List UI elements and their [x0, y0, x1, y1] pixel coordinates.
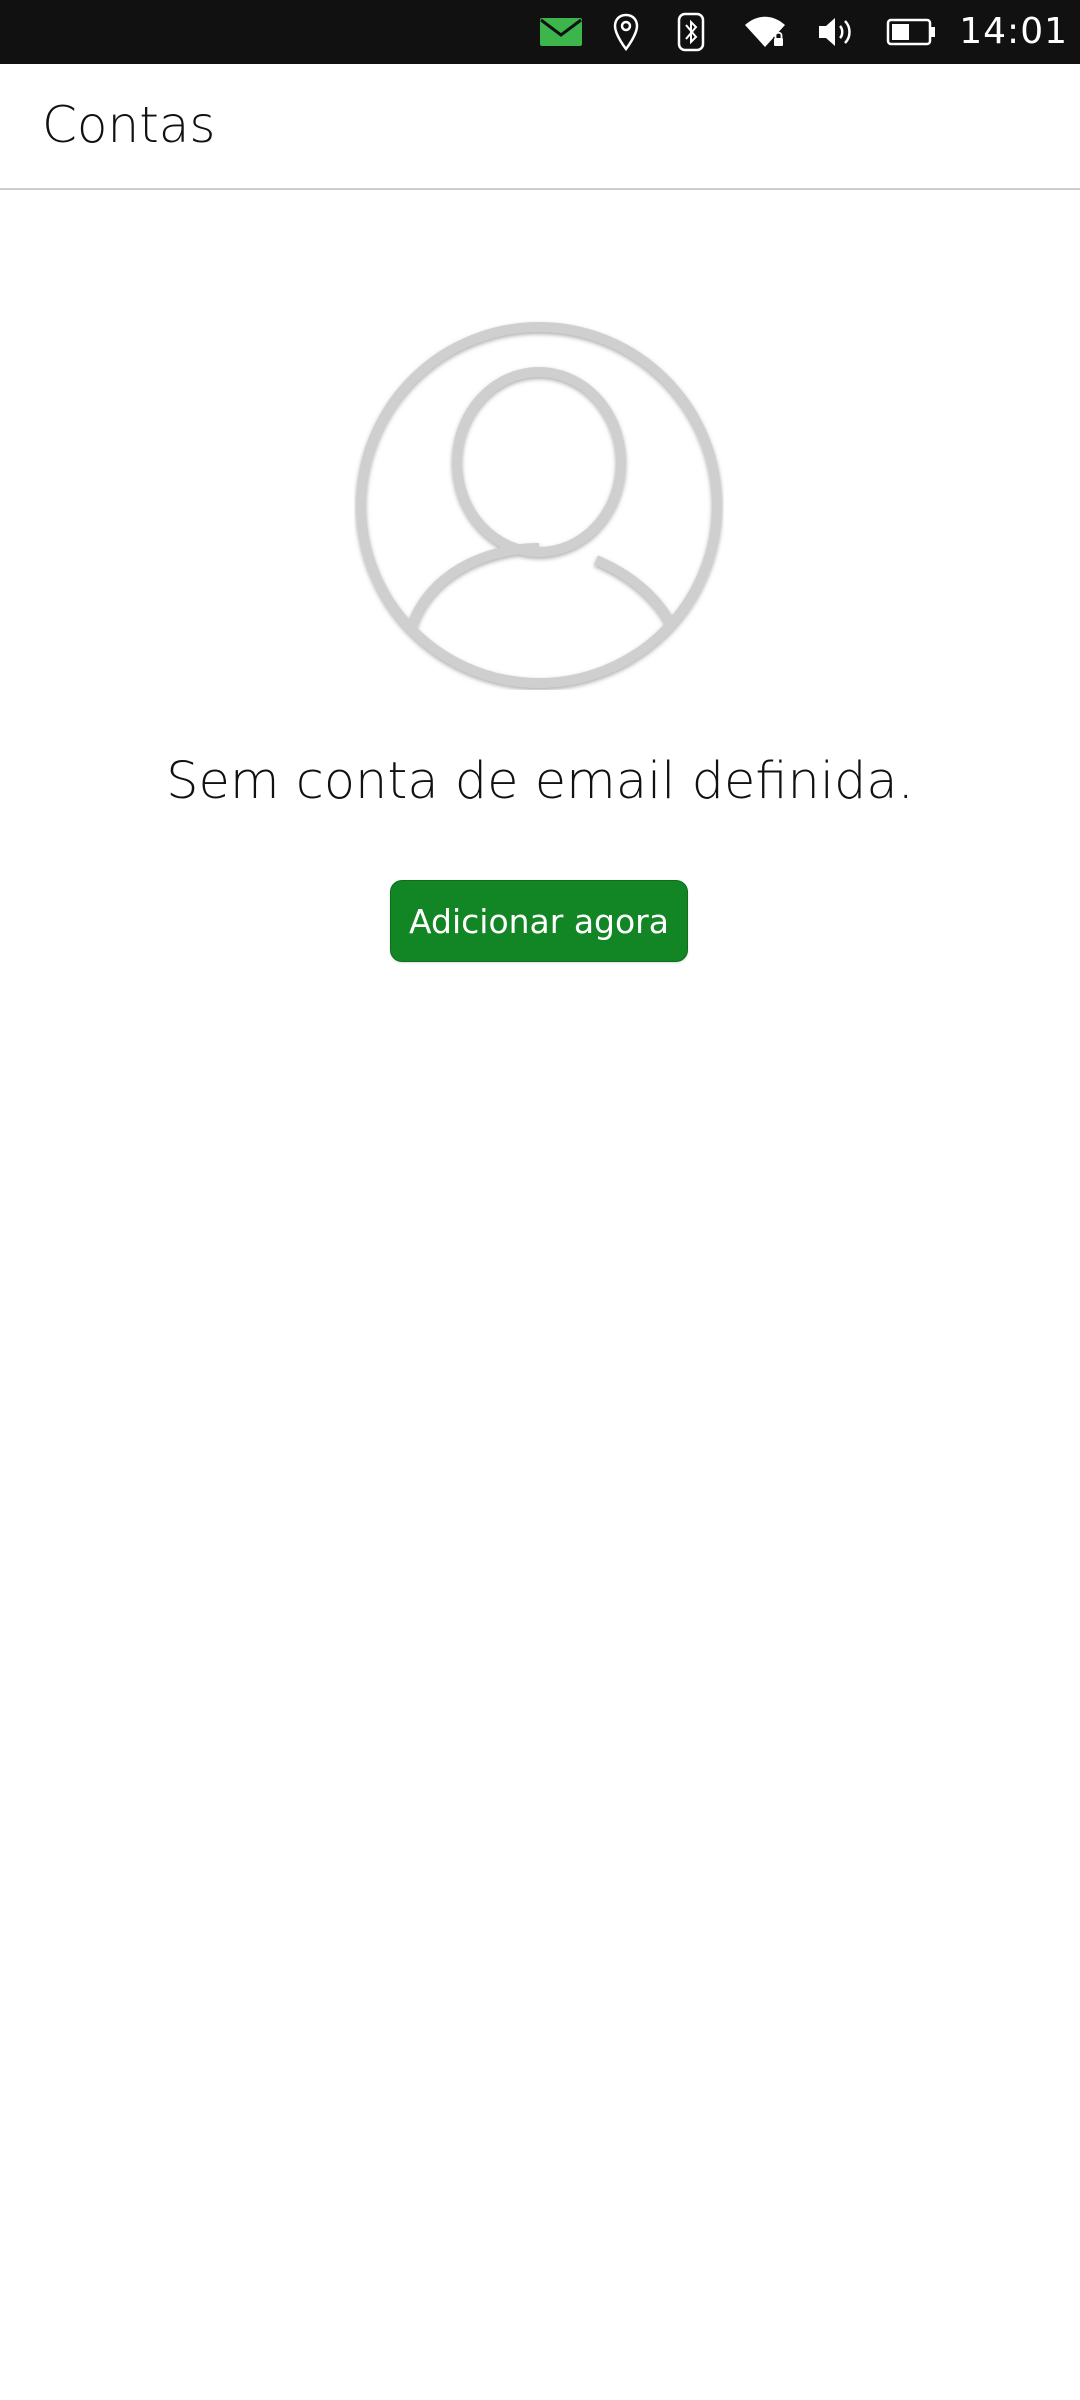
wifi-icon: [743, 0, 787, 64]
empty-state-message: Sem conta de email definida.: [166, 752, 914, 811]
mail-icon: [539, 0, 583, 64]
page-title: Contas: [42, 96, 216, 154]
status-bar: 14:01: [0, 0, 1080, 64]
page-header: Contas: [0, 64, 1080, 190]
user-placeholder-icon: [354, 320, 724, 690]
battery-icon: [885, 0, 937, 64]
volume-icon: [815, 0, 859, 64]
location-icon: [611, 0, 641, 64]
status-time: 14:01: [959, 11, 1068, 52]
add-account-button[interactable]: Adicionar agora: [390, 880, 688, 962]
bluetooth-icon: [675, 0, 707, 64]
